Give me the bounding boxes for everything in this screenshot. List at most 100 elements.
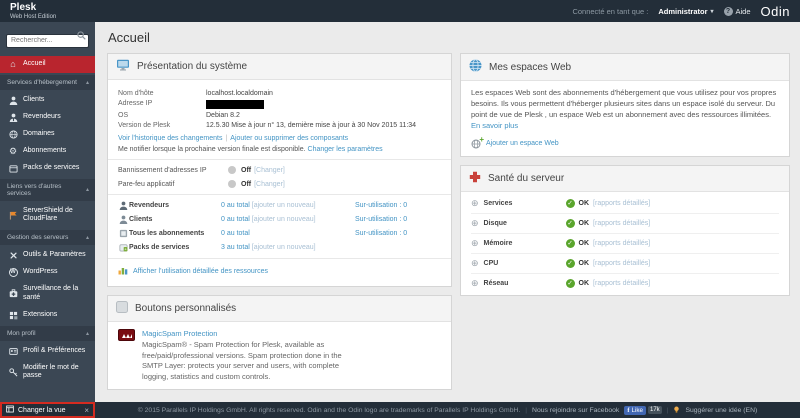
stat-links: 0 au total [ajouter un nouveau] — [221, 216, 355, 223]
sidebar-item-packs[interactable]: Packs de services — [0, 160, 95, 177]
subscriptions-icon — [118, 229, 129, 238]
odin-logo: Odin — [761, 4, 790, 19]
change-link[interactable]: [Changer] — [254, 181, 285, 188]
health-monitor-icon — [8, 289, 18, 298]
add-new-link[interactable]: [ajouter un nouveau] — [252, 216, 316, 223]
facebook-like-button[interactable]: f Like — [624, 406, 646, 415]
notify-row: Me notifier lorsque la prochaine version… — [118, 146, 441, 153]
plesk-logo[interactable]: Plesk Web Host Edition — [10, 3, 56, 20]
separator: | — [225, 135, 227, 142]
info-row-os: OS Debian 8.2 — [118, 112, 441, 119]
total-link[interactable]: 0 au total — [221, 230, 250, 237]
user-name: Administrator — [658, 7, 707, 16]
help-link[interactable]: ? Aide — [724, 7, 751, 16]
sidebar-item-surveillance-sante[interactable]: Surveillance de la santé — [0, 281, 95, 307]
panel-title: Santé du serveur — [488, 173, 564, 184]
sidebar-section-hosting[interactable]: Services d'hébergement ▴ — [0, 75, 95, 90]
health-label: Réseau — [484, 280, 566, 287]
home-icon: ⌂ — [8, 60, 18, 69]
join-facebook-link[interactable]: Nous rejoindre sur Facebook — [532, 407, 619, 414]
notify-settings-link[interactable]: Changer les paramètres — [308, 146, 383, 153]
sidebar-item-extensions[interactable]: Extensions — [0, 307, 95, 324]
sidebar-item-modifier-mot-de-passe[interactable]: Modifier le mot de passe — [0, 360, 95, 386]
like-label: Like — [631, 407, 643, 414]
stat-row-clients: Clients 0 au total [ajouter un nouveau] … — [118, 215, 441, 224]
health-status: OK — [579, 220, 590, 227]
webspaces-description: Les espaces Web sont des abonnements d'h… — [471, 88, 779, 132]
add-new-link[interactable]: [ajouter un nouveau] — [252, 202, 316, 209]
magicspam-link[interactable]: MagicSpam Protection — [142, 329, 217, 338]
sidebar-section-other-services[interactable]: Liens vers d'autres services ▴ — [0, 179, 95, 201]
sidebar-item-label: Abonnements — [23, 147, 66, 156]
sidebar-item-label: Accueil — [23, 60, 46, 69]
detailed-usage-link[interactable]: Afficher l'utilisation détaillée des res… — [133, 268, 268, 275]
overuse-link[interactable]: Sur-utilisation : 0 — [355, 230, 441, 237]
expand-icon[interactable]: ⊕ — [471, 219, 479, 228]
overuse-link[interactable]: Sur-utilisation : 0 — [355, 202, 441, 209]
learn-more-link[interactable]: En savoir plus — [471, 121, 518, 130]
sidebar-item-revendeurs[interactable]: Revendeurs — [0, 109, 95, 126]
total-link[interactable]: 0 au total — [221, 202, 250, 209]
page-title: Accueil — [108, 30, 790, 45]
flag-icon — [8, 211, 18, 220]
plesk-version-value: 12.5.30 Mise à jour n° 13, dernière mise… — [206, 122, 416, 129]
webspaces-panel: Mes espaces Web Les espaces Web sont des… — [460, 53, 790, 157]
status-off-icon — [228, 166, 236, 174]
sidebar-item-wordpress[interactable]: W WordPress — [0, 264, 95, 281]
expand-icon[interactable]: ⊕ — [471, 239, 479, 248]
sidebar-item-profil-preferences[interactable]: Profil & Préférences — [0, 343, 95, 360]
total-link[interactable]: 3 au total — [221, 244, 250, 251]
add-webspace-link[interactable]: Ajouter un espace Web — [486, 140, 559, 147]
chevron-down-icon: ▾ — [711, 8, 714, 15]
sidebar-section-mon-profil[interactable]: Mon profil ▴ — [0, 326, 95, 341]
sidebar-section-server-management[interactable]: Gestion des serveurs ▴ — [0, 230, 95, 245]
collapse-icon: ▴ — [86, 79, 89, 86]
sidebar-item-label: Clients — [23, 96, 44, 105]
total-link[interactable]: 0 au total — [221, 216, 250, 223]
change-link[interactable]: [Changer] — [254, 167, 285, 174]
sidebar-item-abonnements[interactable]: ⚙ Abonnements — [0, 143, 95, 160]
overuse-link[interactable]: Sur-utilisation : 0 — [355, 216, 441, 223]
detailed-reports-link[interactable]: [rapports détaillés] — [593, 240, 650, 247]
expand-icon[interactable]: ⊕ — [471, 259, 479, 268]
health-status: OK — [579, 200, 590, 207]
expand-icon[interactable]: ⊕ — [471, 279, 479, 288]
collapse-icon: ▴ — [86, 330, 89, 337]
hostname-value: localhost.localdomain — [206, 90, 273, 97]
reseller-icon — [8, 113, 18, 122]
health-status: OK — [579, 280, 590, 287]
components-link[interactable]: Ajouter ou supprimer des composants — [230, 135, 348, 142]
detailed-reports-link[interactable]: [rapports détaillés] — [593, 220, 650, 227]
version-links-row: Voir l'historique des changements|Ajoute… — [118, 135, 441, 142]
service-pack-icon: + — [118, 243, 129, 252]
sidebar-item-label: Profil & Préférences — [23, 347, 85, 356]
add-new-link[interactable]: [ajouter un nouveau] — [252, 244, 316, 251]
user-menu[interactable]: Administrator ▾ — [658, 7, 713, 16]
divider — [108, 258, 451, 259]
panel-title: Présentation du système — [137, 61, 247, 72]
separator: | — [525, 407, 527, 414]
top-bar: Plesk Web Host Edition Connecté en tant … — [0, 0, 800, 22]
facebook-icon: f — [627, 407, 629, 414]
connected-as-label: Connecté en tant que : — [572, 7, 648, 16]
sidebar-item-accueil[interactable]: ⌂ Accueil — [0, 56, 95, 73]
change-view-button[interactable]: Changer la vue × — [0, 402, 95, 418]
extensions-icon — [8, 311, 18, 320]
magicspam-description: MagicSpam® - Spam Protection for Plesk, … — [142, 340, 357, 382]
expand-icon[interactable]: ⊕ — [471, 199, 479, 208]
sidebar-item-clients[interactable]: Clients — [0, 92, 95, 109]
webspace-globe-icon — [469, 59, 482, 75]
sidebar-item-domaines[interactable]: Domaines — [0, 126, 95, 143]
monitor-icon — [116, 59, 130, 74]
health-cross-icon — [469, 171, 481, 186]
sidebar-item-outils-parametres[interactable]: Outils & Paramètres — [0, 247, 95, 264]
sidebar-item-servershield[interactable]: ServerShield de CloudFlare — [0, 203, 95, 229]
suggest-idea-link[interactable]: Suggérer une idée (EN) — [685, 407, 757, 414]
profile-card-icon — [8, 347, 18, 356]
detailed-reports-link[interactable]: [rapports détaillés] — [593, 280, 650, 287]
detailed-reports-link[interactable]: [rapports détaillés] — [593, 200, 650, 207]
close-icon[interactable]: × — [84, 406, 89, 415]
detailed-reports-link[interactable]: [rapports détaillés] — [593, 260, 650, 267]
health-label: Services — [484, 200, 566, 207]
changelog-link[interactable]: Voir l'historique des changements — [118, 135, 222, 142]
